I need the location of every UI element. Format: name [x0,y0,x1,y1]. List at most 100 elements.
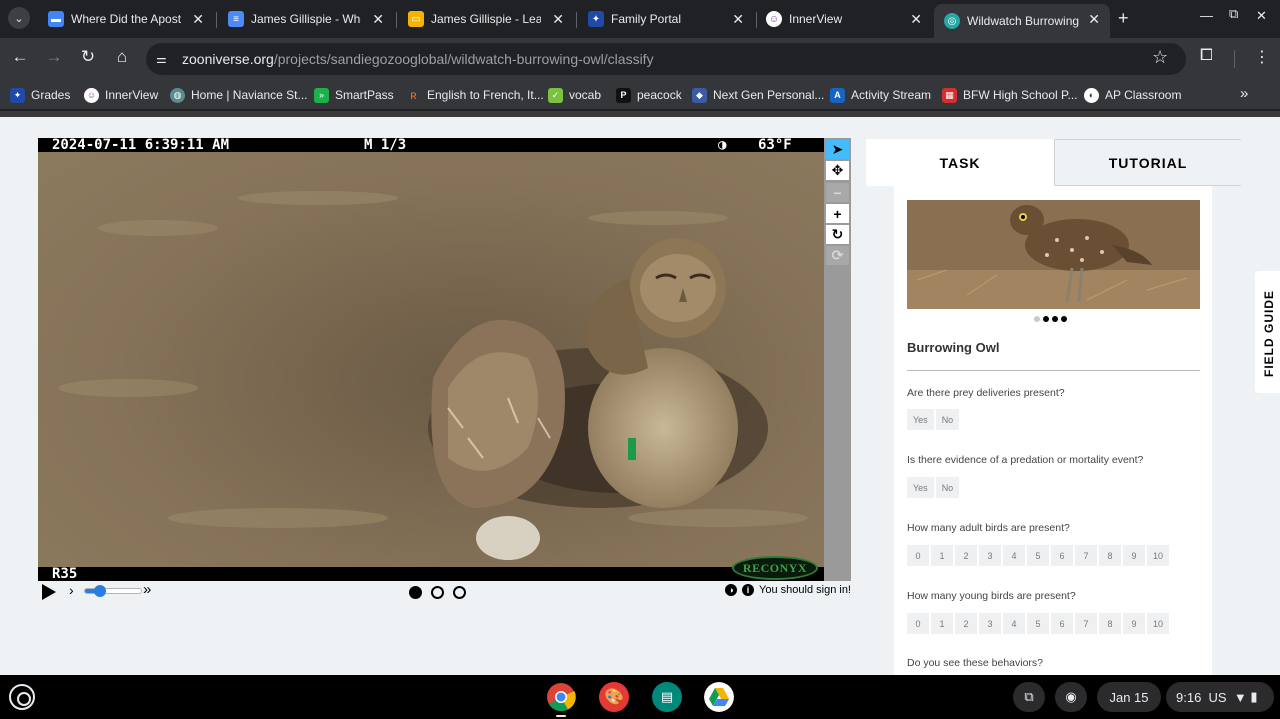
tab-task[interactable]: TASK [866,139,1054,186]
frame-dot-3[interactable] [453,586,466,599]
tab-search-button[interactable]: ⌄ [8,7,30,29]
count-button[interactable]: 3 [979,545,1001,566]
count-button[interactable]: 8 [1099,613,1121,634]
count-button[interactable]: 7 [1075,545,1097,566]
close-icon[interactable]: ✕ [732,11,744,28]
answer-no-button[interactable]: No [935,477,960,498]
carousel-dot[interactable] [1052,316,1058,322]
wifi-icon: ▼ [1233,689,1247,705]
carousel-dot[interactable] [1034,316,1040,322]
answer-yes-button[interactable]: Yes [907,409,934,430]
count-button[interactable]: 4 [1003,613,1025,634]
move-tool-button[interactable]: ✥ [826,161,849,180]
back-button[interactable]: ← [8,47,32,67]
question-predation: Is there evidence of a predation or mort… [907,454,1144,466]
zoom-out-button[interactable]: − [826,183,849,202]
count-button[interactable]: 5 [1027,545,1049,566]
menu-button[interactable]: ⋮ [1254,47,1270,67]
count-button[interactable]: 0 [907,613,929,634]
count-button[interactable]: 0 [907,545,929,566]
media-button[interactable]: ◉ [1055,682,1087,712]
count-button[interactable]: 5 [1027,613,1049,634]
count-button[interactable]: 6 [1051,613,1073,634]
count-button[interactable]: 10 [1147,613,1170,634]
playback-speed-slider[interactable] [84,585,142,597]
date-tray[interactable]: Jan 15 [1097,682,1161,712]
count-button[interactable]: 2 [955,613,977,634]
zoom-in-button[interactable]: + [826,204,849,223]
subject-viewer[interactable]: 2024-07-11 6:39:11 AM M 1/3 ◑ 63°F R35 R… [38,138,824,581]
home-button[interactable]: ⌂ [110,47,134,67]
classroom-icon[interactable]: ▤ [652,682,682,712]
palette-icon[interactable]: 🎨 [599,682,629,712]
reload-button[interactable]: ↻ [76,47,100,67]
bookmark-innerview[interactable]: ☺ InnerView [84,86,158,104]
tab-5[interactable]: ☺ InnerView ✕ [756,4,932,34]
close-icon[interactable]: ✕ [192,11,204,28]
count-button[interactable]: 3 [979,613,1001,634]
count-button[interactable]: 1 [931,545,953,566]
chrome-icon[interactable] [546,682,576,712]
close-window-button[interactable]: ✕ [1256,8,1267,24]
bookmark-peacock[interactable]: Ppeacock [616,86,682,104]
carousel-dot[interactable] [1043,316,1049,322]
site-info-icon[interactable]: ⚌ [156,52,174,66]
tab-3[interactable]: ▭ James Gillispie - Leade ✕ [398,4,574,34]
count-button[interactable]: 4 [1003,545,1025,566]
count-button[interactable]: 6 [1051,545,1073,566]
new-tab-button[interactable]: + [1118,8,1129,29]
more-bookmarks-button[interactable]: » [1240,85,1248,102]
tab-4[interactable]: ✦ Family Portal ✕ [578,4,754,34]
info-icon[interactable]: i [742,584,755,596]
bookmark-bfw[interactable]: ▦ BFW High School P... [942,86,1078,104]
bookmark-smartpass[interactable]: » SmartPass [314,86,394,104]
field-guide-button[interactable]: FIELD GUIDE [1255,271,1280,393]
slower-icon[interactable]: › [69,582,74,598]
count-button[interactable]: 10 [1147,545,1170,566]
rotate-button[interactable]: ↻ [826,225,849,244]
extensions-button[interactable]: ⧠ [1200,47,1213,65]
count-button[interactable]: 7 [1075,613,1097,634]
slider-knob[interactable] [94,585,107,597]
tote-button[interactable]: ⧉ [1013,682,1045,712]
answer-no-button[interactable]: No [935,409,960,430]
launcher-button[interactable] [9,684,35,710]
bookmark-next-gen[interactable]: ◆ Next Gen Personal... [692,86,824,104]
bookmark-star-button[interactable]: ☆ [1152,47,1168,68]
faster-icon[interactable]: » [143,581,151,598]
contrast-icon[interactable]: ◑ [725,584,738,596]
translate-icon: ʀ [410,88,417,102]
count-button[interactable]: 1 [931,613,953,634]
tab-tutorial[interactable]: TUTORIAL [1054,139,1241,186]
reset-view-button[interactable]: ⟳ [826,246,849,265]
bookmark-grades[interactable]: ✦ Grades [10,86,70,104]
frame-dot-2[interactable] [431,586,444,599]
close-icon[interactable]: ✕ [372,11,384,28]
close-icon[interactable]: ✕ [552,11,564,28]
bookmark-translator[interactable]: ʀ English to French, It... [406,86,543,104]
carousel-dot[interactable] [1061,316,1067,322]
address-bar[interactable]: ⚌ zooniverse.org/projects/sandiegozooglo… [146,43,1186,75]
play-icon[interactable] [42,584,56,600]
drive-icon[interactable] [704,682,734,712]
annotate-tool-button[interactable]: ➤ [826,140,849,159]
tab-6-active[interactable]: ◎ Wildwatch Burrowing ✕ [934,4,1110,38]
answer-yes-button[interactable]: Yes [907,477,934,498]
count-button[interactable]: 2 [955,545,977,566]
bookmark-vocab[interactable]: ✓ vocab [548,86,601,104]
frame-dot-1[interactable] [409,586,422,599]
count-button[interactable]: 9 [1123,545,1145,566]
restore-button[interactable]: ⧉ [1229,6,1238,22]
count-button[interactable]: 9 [1123,613,1145,634]
close-icon[interactable]: ✕ [910,11,922,28]
forward-button[interactable]: → [42,47,66,67]
status-tray[interactable]: 9:16 US ▼ ▮ [1166,682,1274,712]
bookmark-activity-stream[interactable]: A Activity Stream [830,86,931,104]
close-icon[interactable]: ✕ [1088,11,1100,28]
minimize-button[interactable]: — [1200,8,1213,23]
tab-2[interactable]: ≡ James Gillispie - Where ✕ [218,4,394,34]
count-button[interactable]: 8 [1099,545,1121,566]
tab-1[interactable]: ▬ Where Did the Apostle ✕ [38,4,214,34]
bookmark-naviance[interactable]: ◍ Home | Naviance St... [170,86,308,104]
bookmark-ap-classroom[interactable]: ◐ AP Classroom [1084,86,1181,104]
